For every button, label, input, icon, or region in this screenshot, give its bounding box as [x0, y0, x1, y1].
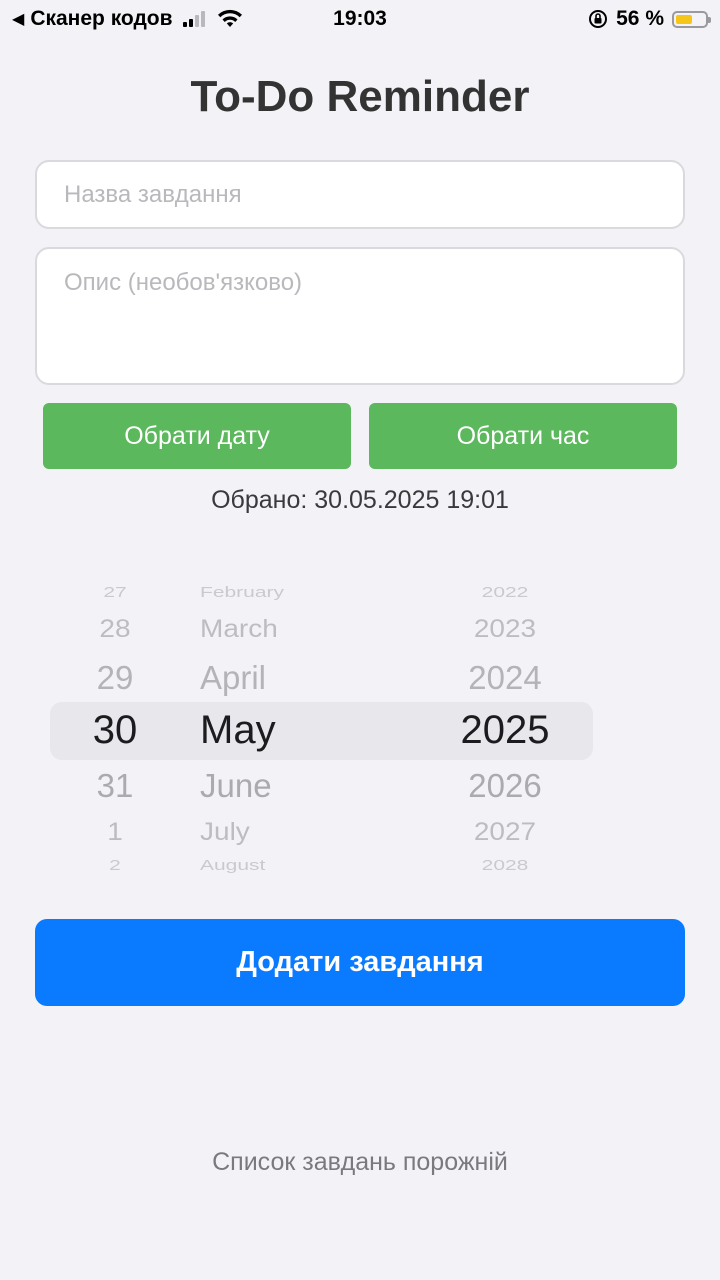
day-option[interactable]: 27: [80, 585, 150, 602]
month-option[interactable]: July: [200, 818, 250, 846]
day-option[interactable]: 29: [80, 659, 150, 697]
app-title: To-Do Reminder: [190, 72, 530, 121]
add-task-button[interactable]: Додати завдання: [35, 919, 685, 1006]
day-wheel[interactable]: 27 28 29 30 31 1 2: [80, 575, 150, 885]
month-option-selected[interactable]: May: [200, 708, 276, 753]
day-option[interactable]: 28: [80, 615, 150, 643]
year-option[interactable]: 2028: [435, 858, 575, 875]
status-bar: ◀ Сканер кодов 19:03 56 %: [0, 0, 720, 38]
month-option[interactable]: April: [200, 659, 266, 697]
month-wheel[interactable]: February March April May June July Augus…: [200, 575, 400, 885]
day-option[interactable]: 31: [80, 767, 150, 805]
year-wheel[interactable]: 2022 2023 2024 2025 2026 2027 2028: [435, 575, 575, 885]
task-list-empty-message: Список завдань порожній: [212, 1148, 508, 1176]
battery-level: [676, 14, 692, 24]
year-option[interactable]: 2026: [435, 767, 575, 805]
month-option[interactable]: February: [200, 585, 284, 602]
month-option[interactable]: August: [200, 858, 265, 875]
year-option[interactable]: 2023: [435, 615, 575, 643]
year-option-selected[interactable]: 2025: [435, 708, 575, 753]
year-option[interactable]: 2024: [435, 659, 575, 697]
battery-percent: 56 %: [616, 7, 664, 30]
task-title-input[interactable]: [35, 160, 685, 229]
pick-time-button[interactable]: Обрати час: [369, 403, 677, 469]
day-option[interactable]: 1: [80, 818, 150, 846]
year-option[interactable]: 2022: [435, 585, 575, 602]
task-description-input[interactable]: [35, 247, 685, 385]
day-option[interactable]: 2: [80, 858, 150, 875]
date-picker[interactable]: 27 28 29 30 31 1 2 February March April …: [50, 575, 595, 885]
pick-date-button[interactable]: Обрати дату: [43, 403, 351, 469]
month-option[interactable]: June: [200, 767, 272, 805]
rotation-lock-icon: [589, 10, 608, 28]
year-option[interactable]: 2027: [435, 818, 575, 846]
battery-icon: [672, 10, 711, 28]
month-option[interactable]: March: [200, 615, 278, 643]
selected-datetime: Обрано: 30.05.2025 19:01: [211, 486, 509, 514]
day-option-selected[interactable]: 30: [80, 708, 150, 753]
